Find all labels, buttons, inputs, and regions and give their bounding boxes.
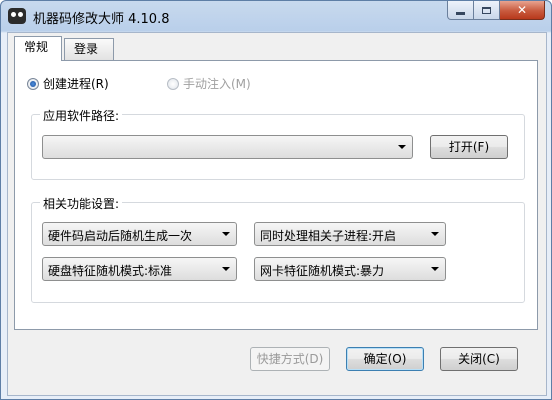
chevron-down-icon [431, 232, 439, 236]
hardware-code-mode-select[interactable]: 硬件码启动后随机生成一次 [42, 222, 237, 246]
tab-label: 登录 [74, 42, 99, 56]
open-file-button[interactable]: 打开(F) [430, 135, 508, 159]
select-value: 硬件码启动后随机生成一次 [48, 229, 193, 243]
app-path-combo[interactable] [42, 135, 413, 159]
title-bar[interactable]: 机器码修改大师 4.10.8 ✕ [1, 1, 551, 31]
tab-general[interactable]: 常规 [14, 36, 62, 61]
tab-login[interactable]: 登录 [64, 38, 114, 60]
maximize-icon [482, 6, 491, 14]
nic-feature-mode-select[interactable]: 网卡特征随机模式:暴力 [254, 257, 446, 281]
ok-button[interactable]: 确定(O) [346, 347, 424, 371]
app-window: 机器码修改大师 4.10.8 ✕ 常规 登录 创建进程(R) 手动注入(M) 应… [0, 0, 552, 400]
close-window-button[interactable]: ✕ [500, 1, 545, 20]
general-tab-panel: 创建进程(R) 手动注入(M) 应用软件路径: 打开(F) 相关功能设置: 硬件… [14, 60, 538, 330]
chevron-down-icon [431, 267, 439, 271]
child-process-select[interactable]: 同时处理相关子进程:开启 [254, 222, 446, 246]
select-value: 网卡特征随机模式:暴力 [260, 264, 385, 278]
shortcut-button[interactable]: 快捷方式(D) [250, 347, 330, 371]
close-button[interactable]: 关闭(C) [440, 347, 518, 371]
window-title: 机器码修改大师 4.10.8 [33, 12, 170, 27]
tab-label: 常规 [24, 40, 49, 54]
minimize-icon [456, 11, 465, 15]
group-title: 相关功能设置: [40, 195, 123, 212]
chevron-down-icon [398, 145, 406, 149]
select-value: 同时处理相关子进程:开启 [260, 229, 397, 243]
radio-label: 手动注入(M) [183, 77, 251, 91]
client-area: 常规 登录 创建进程(R) 手动注入(M) 应用软件路径: 打开(F) 相关功能… [7, 32, 547, 396]
radio-indicator [27, 77, 39, 90]
minimize-button[interactable] [447, 1, 474, 20]
settings-group: 相关功能设置: 硬件码启动后随机生成一次 同时处理相关子进程:开启 硬盘特征随机… [31, 195, 525, 303]
window-controls: ✕ [447, 1, 545, 21]
radio-indicator [167, 77, 179, 90]
chevron-down-icon [222, 232, 230, 236]
group-title: 应用软件路径: [40, 107, 123, 124]
app-path-group: 应用软件路径: 打开(F) [31, 107, 525, 180]
owl-face-icon [8, 8, 26, 24]
maximize-button[interactable] [474, 1, 500, 20]
chevron-down-icon [222, 267, 230, 271]
radio-label: 创建进程(R) [43, 77, 109, 91]
select-value: 硬盘特征随机模式:标准 [48, 264, 173, 278]
manual-inject-radio[interactable]: 手动注入(M) [167, 75, 251, 92]
close-icon: ✕ [516, 3, 528, 17]
create-process-radio[interactable]: 创建进程(R) [27, 75, 109, 92]
disk-feature-mode-select[interactable]: 硬盘特征随机模式:标准 [42, 257, 237, 281]
